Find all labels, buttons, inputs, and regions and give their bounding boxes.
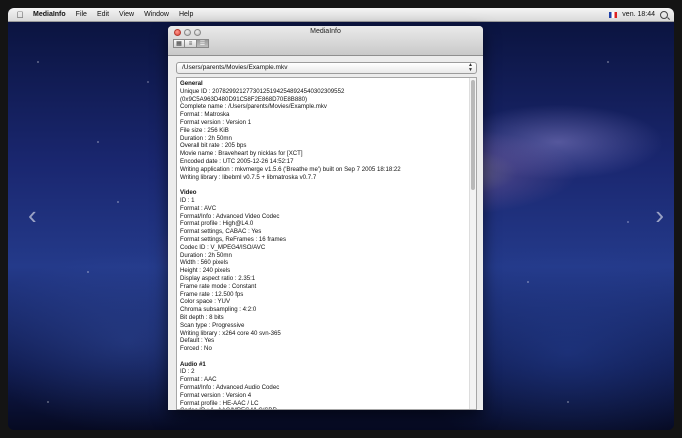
info-line: Overall bit rate : 205 bps	[180, 142, 247, 150]
audio-lines: ID : 2 Format : AAC Format/Info : Advanced…	[180, 368, 473, 409]
section-title-audio: Audio #1	[180, 360, 206, 368]
menu-extras: ven. 18:44	[609, 10, 674, 19]
section-title-video: Video	[180, 189, 197, 197]
info-line: Format settings, CABAC : Yes	[180, 228, 262, 236]
info-line: Format settings, ReFrames : 16 frames	[180, 235, 286, 243]
info-line: Duration : 2h 50mn	[180, 134, 232, 142]
info-line: Height : 240 pixels	[180, 267, 231, 275]
input-source-flag-icon[interactable]	[609, 11, 618, 18]
next-arrow-icon[interactable]: ›	[655, 202, 664, 228]
menu-app-name[interactable]: MediaInfo	[28, 11, 71, 18]
menu-file[interactable]: File	[71, 11, 92, 18]
info-line: Writing library : x264 core 40 svn-365	[180, 329, 281, 337]
info-line: Codec ID : V_MPEG4/ISO/AVC	[180, 243, 266, 251]
mediainfo-window: MediaInfo ▦ ≡ ☰ /Users/parents/Movies/Ex…	[168, 26, 483, 410]
video-lines: ID : 1 Format : AVC Format/Info : Advanced…	[180, 197, 473, 353]
media-info-text: General Unique ID : 20782992127730125194…	[177, 78, 476, 409]
grid-view-icon[interactable]: ▦	[173, 39, 185, 48]
info-line: ID : 2	[180, 368, 195, 376]
info-line: Format version : Version 4	[180, 391, 252, 399]
tree-view-icon[interactable]: ≡	[185, 39, 197, 48]
section-title-general: General	[180, 80, 203, 87]
window-title: MediaInfo	[310, 28, 341, 35]
info-line: Duration : 2h 50mn	[180, 251, 232, 259]
info-line: Writing library : libebml v0.7.5 + libma…	[180, 173, 317, 181]
previous-arrow-icon[interactable]: ‹	[28, 202, 37, 228]
view-toolbar: ▦ ≡ ☰	[173, 39, 209, 48]
info-line: Bit depth : 8 bits	[180, 313, 224, 321]
menu-edit[interactable]: Edit	[92, 11, 114, 18]
info-line: Complete name : /Users/parents/Movies/Ex…	[180, 103, 327, 111]
window-titlebar[interactable]: MediaInfo ▦ ≡ ☰	[168, 26, 483, 56]
info-line: File size : 256 KiB	[180, 126, 229, 134]
search-icon[interactable]	[660, 10, 668, 19]
info-line: Default : Yes	[180, 337, 215, 345]
info-line: Display aspect ratio : 2.35:1	[180, 274, 256, 282]
info-line: Format profile : HE-AAC / LC	[180, 399, 259, 407]
info-text-pane[interactable]: General Unique ID : 20782992127730125194…	[176, 77, 477, 410]
clock[interactable]: ven. 18:44	[622, 11, 655, 18]
info-line: ID : 1	[180, 196, 195, 204]
apple-icon[interactable]: 	[12, 10, 28, 20]
info-line: Frame rate : 12.500 fps	[180, 290, 244, 298]
info-line: Format/Info : Advanced Video Codec	[180, 212, 280, 220]
info-line: Format/Info : Advanced Audio Codec	[180, 384, 280, 392]
menu-bar:  MediaInfo File Edit View Window Help v…	[8, 8, 674, 22]
menu-window[interactable]: Window	[139, 11, 174, 18]
info-line: Frame rate mode : Constant	[180, 282, 257, 290]
text-view-icon[interactable]: ☰	[197, 39, 209, 48]
info-line: Format : AAC	[180, 376, 217, 384]
general-lines: Unique ID : 2078299212773012519425489245…	[180, 88, 473, 182]
menu-help[interactable]: Help	[174, 11, 198, 18]
info-line: (0x9C5A963D480D91C58F2E868D70E8B880)	[180, 95, 308, 103]
info-line: Unique ID : 2078299212773012519425489245…	[180, 87, 345, 95]
info-line: Chroma subsampling : 4:2:0	[180, 306, 257, 314]
menu-view[interactable]: View	[114, 11, 139, 18]
info-line: Encoded date : UTC 2005-12-26 14:52:17	[180, 157, 294, 165]
info-line: Codec ID : A_AAC/MPEG4/LC/SBR	[180, 407, 473, 409]
info-line: Forced : No	[180, 345, 212, 353]
info-line: Scan type : Progressive	[180, 321, 245, 329]
info-line: Color space : YUV	[180, 298, 231, 306]
vertical-scrollbar[interactable]	[469, 78, 476, 409]
info-line: Format version : Version 1	[180, 118, 252, 126]
screenshot-frame: ‹ ›  MediaInfo File Edit View Window He…	[8, 8, 674, 430]
info-line: Width : 560 pixels	[180, 259, 229, 267]
info-line: Format : Matroska	[180, 111, 230, 119]
info-line: Writing application : mkvmerge v1.5.6 ('…	[180, 165, 401, 173]
info-line: Movie name : Braveheart by nicklas for […	[180, 150, 303, 158]
file-selector[interactable]: /Users/parents/Movies/Example.mkv ▲ ▼	[176, 62, 477, 74]
info-line: Format : AVC	[180, 204, 217, 212]
info-line: Format profile : High@L4.0	[180, 220, 254, 228]
file-path: /Users/parents/Movies/Example.mkv	[182, 64, 288, 71]
scrollbar-thumb[interactable]	[471, 80, 475, 190]
select-arrows-icon: ▲ ▼	[468, 62, 473, 73]
